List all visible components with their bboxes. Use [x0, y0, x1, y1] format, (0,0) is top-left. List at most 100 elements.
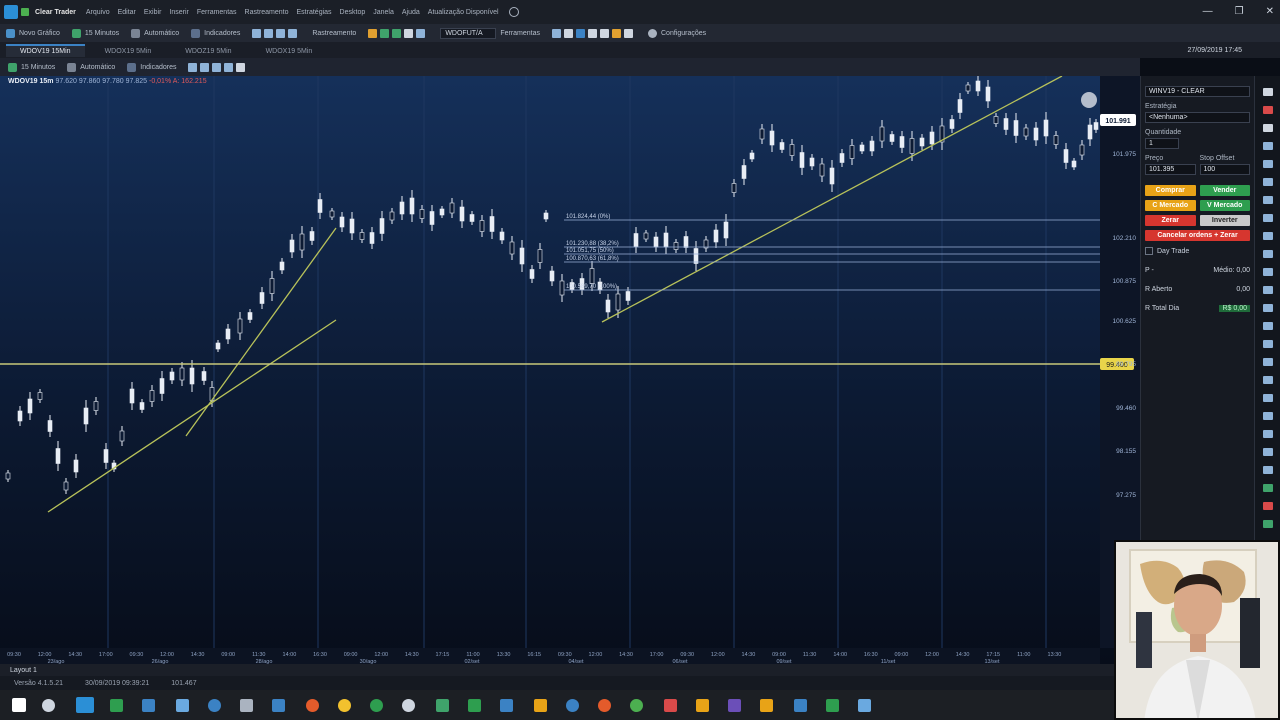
chart-canvas[interactable]: 99.400101.824,44 (0%)101.230,88 (38,2%)1… [0, 76, 1140, 664]
sell-button[interactable]: Vender [1199, 185, 1250, 196]
taskbar-app-icon-23[interactable] [826, 699, 839, 712]
chart-indicators-dropdown[interactable]: Indicadores [127, 62, 176, 72]
pointer-icon[interactable] [224, 62, 234, 72]
pencil-icon[interactable] [236, 62, 246, 72]
menu-desktop[interactable]: Desktop [340, 9, 366, 16]
chart-zoom-tools[interactable] [188, 62, 248, 72]
alert-icon[interactable] [612, 28, 621, 38]
tab-wdox19-5min-2[interactable]: WDOX19 5Min [252, 44, 327, 57]
crosshair-icon[interactable] [212, 62, 222, 72]
arrow-down-icon[interactable] [1263, 502, 1273, 510]
layout-tab[interactable]: Layout 1 [10, 667, 37, 674]
taskbar-app-icon-1[interactable] [110, 699, 123, 712]
pie-icon[interactable] [404, 28, 414, 38]
rectangle-icon[interactable] [1263, 250, 1273, 258]
clear-trader-taskbar-icon[interactable] [76, 697, 94, 713]
cycle-icon[interactable] [1263, 322, 1273, 330]
qty-input[interactable]: 1 [1145, 138, 1179, 149]
tab-wdoz19-5min[interactable]: WDOZ19 5Min [171, 44, 245, 57]
taskbar-app-icon-11[interactable] [436, 699, 449, 712]
cancel-orders-button[interactable]: Cancelar ordens + Zerar [1145, 230, 1250, 241]
stop-offset-input[interactable]: 100 [1199, 164, 1250, 175]
taskbar-app-icon-2[interactable] [142, 699, 155, 712]
zero-button[interactable]: Zerar [1145, 215, 1196, 226]
eye-icon[interactable] [1263, 430, 1273, 438]
eraser-icon[interactable] [1263, 394, 1273, 402]
buy-button[interactable]: Comprar [1145, 185, 1196, 196]
zoom-out-icon[interactable] [264, 28, 274, 38]
taskbar-app-icon-24[interactable] [858, 699, 871, 712]
menu-update[interactable]: Atualização Disponível [428, 9, 499, 16]
taskbar-app-icon-3[interactable] [176, 699, 189, 712]
menu-estrategias[interactable]: Estratégias [297, 9, 332, 16]
taskbar-app-icon-9[interactable] [370, 699, 383, 712]
drawing-tools[interactable] [368, 28, 428, 38]
task-search-icon[interactable] [42, 699, 55, 712]
list-icon[interactable] [588, 28, 597, 38]
taskbar-app-icon-12[interactable] [468, 699, 481, 712]
zoom-tools[interactable] [252, 28, 300, 38]
lock-icon[interactable] [1263, 412, 1273, 420]
taskbar-app-icon-22[interactable] [794, 699, 807, 712]
wrench-icon[interactable] [624, 28, 633, 38]
taskbar-app-icon-18[interactable] [664, 699, 677, 712]
taskbar-app-icon-4[interactable] [208, 699, 221, 712]
menu-ferramentas[interactable]: Ferramentas [197, 9, 237, 16]
menu-inserir[interactable]: Inserir [169, 9, 188, 16]
text-icon[interactable] [1263, 124, 1273, 132]
taskbar-app-icon-5[interactable] [240, 699, 253, 712]
timeframe-dropdown[interactable]: 15 Minutos [71, 28, 119, 38]
arrow-icon[interactable] [1263, 286, 1273, 294]
table-icon[interactable] [600, 28, 609, 38]
menu-janela[interactable]: Janela [373, 9, 394, 16]
taskbar-app-icon-13[interactable] [500, 699, 513, 712]
price-input[interactable]: 101.395 [1145, 164, 1196, 175]
camera-icon[interactable] [1263, 466, 1273, 474]
new-chart-button[interactable]: Novo Gráfico [6, 28, 60, 38]
menu-editar[interactable]: Editar [118, 9, 136, 16]
book-icon[interactable] [392, 28, 402, 38]
taskbar-app-icon-20[interactable] [728, 699, 741, 712]
chart-scale-dropdown[interactable]: Automático [67, 62, 115, 72]
arrow-up-icon[interactable] [1263, 484, 1273, 492]
settings-button[interactable]: Configurações [648, 28, 706, 38]
ruler-icon[interactable] [1263, 376, 1273, 384]
tab-wdov19-15min[interactable]: WDOV19 15Min [6, 43, 85, 57]
taskbar-app-icon-15[interactable] [566, 699, 579, 712]
magnet-icon[interactable] [1263, 106, 1273, 114]
tool-icons[interactable] [552, 28, 636, 38]
fibonacci-icon[interactable] [1263, 232, 1273, 240]
gann-icon[interactable] [1263, 340, 1273, 348]
zoom-in-icon[interactable] [188, 62, 198, 72]
vline-icon[interactable] [1263, 214, 1273, 222]
windows-start-icon[interactable] [12, 698, 26, 712]
tape-icon[interactable] [416, 28, 426, 38]
sheet-icon[interactable] [368, 28, 378, 38]
cursor-icon[interactable] [1263, 88, 1273, 96]
layers-icon[interactable] [1263, 448, 1273, 456]
line-icon[interactable] [1263, 142, 1273, 150]
chart-timeframe-dropdown[interactable]: 15 Minutos [8, 62, 55, 72]
symbol-select[interactable]: WDOFUT/A [440, 27, 497, 39]
hline-icon[interactable] [1263, 196, 1273, 204]
menu-ajuda[interactable]: Ajuda [402, 9, 420, 16]
flag-icon[interactable] [1263, 520, 1273, 528]
regression-icon[interactable] [1263, 358, 1273, 366]
taskbar-app-icon-21[interactable] [760, 699, 773, 712]
taskbar-app-icon-14[interactable] [534, 699, 547, 712]
tab-wdox19-5min[interactable]: WDOX19 5Min [91, 44, 166, 57]
invert-button[interactable]: Inverter [1199, 215, 1250, 226]
menu-arquivo[interactable]: Arquivo [86, 9, 110, 16]
minimize-button[interactable]: — [1203, 6, 1213, 17]
strategy-select[interactable]: <Nenhuma> [1145, 112, 1250, 123]
menu-rastreamento[interactable]: Rastreamento [245, 9, 289, 16]
menu-exibir[interactable]: Exibir [144, 9, 162, 16]
order-icon[interactable] [576, 28, 585, 38]
channel-icon[interactable] [1263, 178, 1273, 186]
scale-dropdown[interactable]: Automático [131, 28, 179, 38]
sell-market-button[interactable]: V Mercado [1199, 200, 1250, 211]
close-button[interactable]: ✕ [1266, 6, 1274, 17]
zoom-out-icon[interactable] [200, 62, 210, 72]
ellipse-icon[interactable] [1263, 268, 1273, 276]
grid-icon[interactable] [380, 28, 390, 38]
